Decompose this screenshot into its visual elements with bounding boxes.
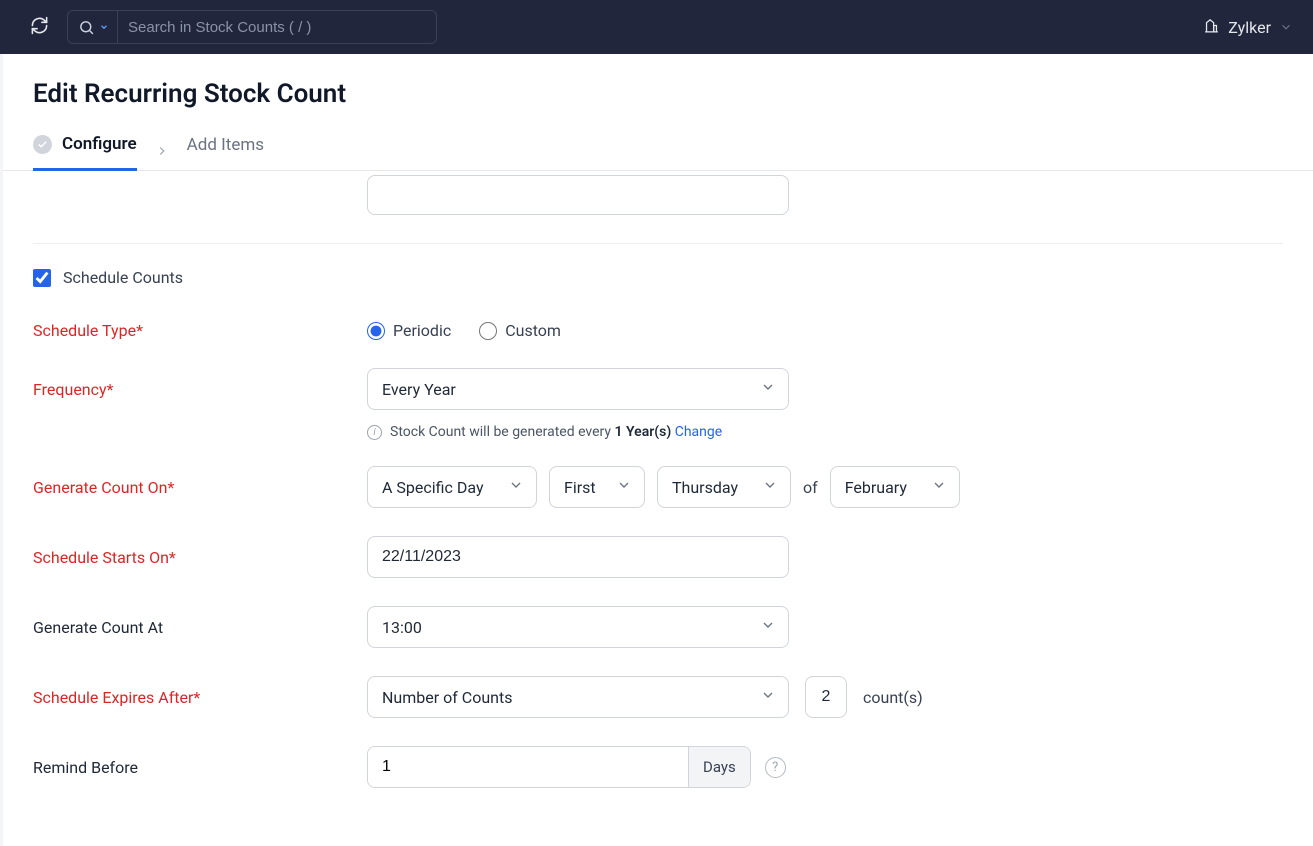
help-icon[interactable]: ? (765, 757, 786, 778)
remind-label: Remind Before (33, 758, 367, 777)
chevron-down-icon (760, 379, 776, 399)
generate-on-label: Generate Count On* (33, 478, 367, 497)
search-box[interactable] (67, 10, 437, 44)
chevron-down-icon (931, 477, 947, 497)
refresh-icon[interactable] (30, 16, 49, 39)
generate-on-month-select[interactable]: February (830, 466, 960, 508)
search-input[interactable] (118, 19, 436, 36)
expires-count-input[interactable] (805, 676, 847, 718)
tab-add-items[interactable]: Add Items (187, 135, 264, 169)
building-icon (1203, 17, 1220, 38)
starts-on-input[interactable] (367, 536, 789, 578)
generate-on-ordinal-select[interactable]: First (549, 466, 645, 508)
chevron-down-icon (616, 477, 632, 497)
frequency-label: Frequency* (33, 380, 367, 399)
wizard-tabs: Configure Add Items (3, 134, 1313, 171)
search-icon[interactable] (68, 11, 118, 43)
generate-at-label: Generate Count At (33, 618, 367, 637)
of-text: of (803, 478, 818, 497)
chevron-down-icon (508, 477, 524, 497)
frequency-select[interactable]: Every Year (367, 368, 789, 410)
divider (33, 243, 1283, 244)
chevron-down-icon (762, 477, 778, 497)
counts-suffix: count(s) (863, 688, 923, 707)
generate-on-mode-select[interactable]: A Specific Day (367, 466, 537, 508)
remind-value-input[interactable] (368, 747, 688, 787)
frequency-hint: i Stock Count will be generated every 1 … (367, 424, 1283, 440)
chevron-down-icon (760, 617, 776, 637)
change-link[interactable]: Change (675, 424, 722, 440)
tab-configure[interactable]: Configure (33, 134, 137, 171)
schedule-type-label: Schedule Type* (33, 321, 367, 340)
previous-field-stub[interactable] (367, 175, 789, 215)
radio-custom[interactable]: Custom (479, 321, 561, 340)
generate-at-select[interactable]: 13:00 (367, 606, 789, 648)
expires-mode-select[interactable]: Number of Counts (367, 676, 789, 718)
remind-input-group: Days (367, 746, 751, 788)
chevron-right-icon (155, 143, 169, 162)
info-icon: i (367, 425, 382, 440)
radio-periodic[interactable]: Periodic (367, 321, 451, 340)
org-name: Zylker (1228, 18, 1271, 37)
schedule-counts-checkbox[interactable] (33, 269, 51, 287)
chevron-down-icon (760, 687, 776, 707)
remind-unit: Days (688, 747, 750, 787)
expires-label: Schedule Expires After* (33, 688, 367, 707)
check-circle-icon (33, 135, 52, 154)
chevron-down-icon (1279, 20, 1293, 34)
schedule-counts-label: Schedule Counts (63, 268, 183, 287)
top-bar: Zylker (0, 0, 1313, 54)
org-switcher[interactable]: Zylker (1203, 17, 1293, 38)
page-title: Edit Recurring Stock Count (3, 79, 1313, 134)
generate-on-weekday-select[interactable]: Thursday (657, 466, 791, 508)
starts-on-label: Schedule Starts On* (33, 548, 367, 567)
